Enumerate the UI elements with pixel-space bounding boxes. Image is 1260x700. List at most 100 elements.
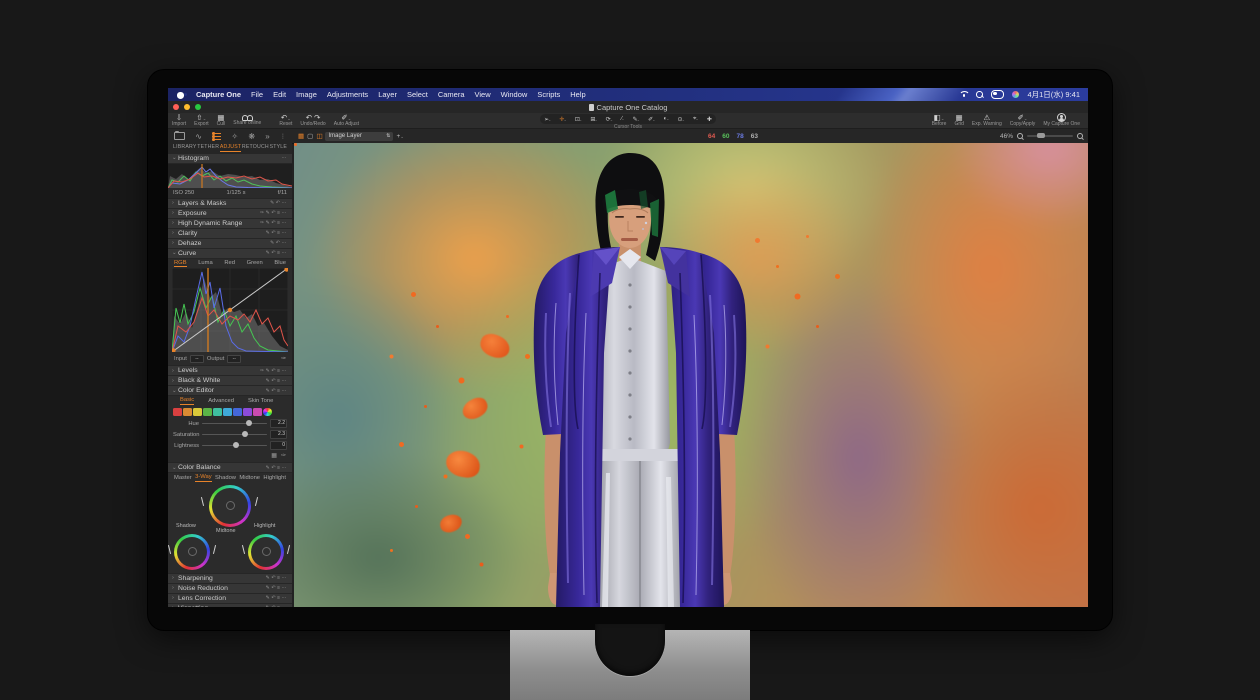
curve-tab-luma[interactable]: Luma [198, 260, 213, 266]
zoom-out-icon[interactable] [1017, 133, 1023, 139]
panel-menu-icon[interactable]: ⋯ [282, 210, 289, 216]
panel-menu-icon[interactable]: ⋯ [282, 465, 289, 471]
panel-hdr[interactable]: ›High Dynamic Range✑✎↶≡⋯ [168, 219, 292, 228]
curve-input-value[interactable]: -- [190, 355, 204, 363]
menu-adjustments[interactable]: Adjustments [327, 90, 368, 99]
panel-black-white[interactable]: ›Black & White✎↶≡⋯ [168, 376, 292, 385]
grid-button[interactable]: ▦Grid [954, 113, 963, 128]
panel-menu-icon[interactable]: ⋯ [282, 240, 289, 246]
layer-select-dropdown[interactable]: Image Layer⇅ [325, 132, 393, 141]
panel-menu-icon[interactable]: ⋯ [282, 605, 289, 607]
panel-menu-icon[interactable]: ⋯ [282, 230, 289, 236]
menu-app-name[interactable]: Capture One [196, 90, 241, 99]
lightness-value[interactable]: 0 [270, 441, 287, 450]
panel-menu-icon[interactable]: ⋯ [282, 200, 289, 206]
zoom-in-icon[interactable] [1077, 133, 1083, 139]
crop-tool[interactable]: ⊞⌄ [590, 116, 597, 123]
multi-view-icon[interactable]: ▦ [298, 132, 304, 140]
zoom-slider[interactable] [1027, 135, 1073, 137]
menu-file[interactable]: File [251, 90, 263, 99]
style-tab-icon[interactable]: ❋ [248, 132, 255, 141]
curve-picker-icon[interactable]: ✑ [281, 356, 286, 362]
spotlight-search-icon[interactable] [976, 91, 983, 98]
swatch-green[interactable] [203, 408, 212, 417]
auto-adjust-button[interactable]: ✐⌄Auto Adjust [334, 113, 359, 128]
tab-retouch[interactable]: RETOUCH [242, 144, 269, 152]
tab-style[interactable]: STYLE [270, 144, 287, 152]
ce-tab-basic[interactable]: Basic [180, 397, 194, 405]
midtone-wheel[interactable] [209, 485, 251, 527]
shadow-wheel[interactable] [174, 534, 210, 570]
clone-tool[interactable]: ✚ [707, 116, 712, 123]
panel-menu-icon[interactable]: ⋯ [282, 585, 289, 591]
retouch-tab-icon[interactable]: ✧ [231, 132, 238, 141]
panel-menu-icon[interactable]: ⋯ [282, 378, 289, 384]
swatch-aqua[interactable] [213, 408, 222, 417]
collapse-tools-icon[interactable]: » [265, 132, 269, 141]
share-online-button[interactable]: Share online [233, 113, 261, 128]
swatch-magenta[interactable] [253, 408, 262, 417]
radial-mask-tool[interactable]: ⊙⌄ [678, 116, 685, 123]
menu-image[interactable]: Image [296, 90, 317, 99]
pan-tool-active[interactable]: ✛⌄ [559, 116, 566, 123]
erase-mask-tool[interactable]: ✐⌄ [648, 116, 655, 123]
cull-button[interactable]: ▦Cull [217, 113, 226, 128]
hue-slider[interactable] [202, 423, 267, 425]
panel-menu-icon[interactable]: ⋯ [282, 250, 289, 256]
straighten-tool[interactable]: ∕⌄ [621, 116, 624, 122]
copy-apply-button[interactable]: ✐⌄Copy/Apply [1010, 113, 1036, 128]
panel-color-editor-header[interactable]: ⌄Color Editor✎↶≡⋯ [168, 386, 292, 395]
panel-curve-header[interactable]: ⌄Curve✎↶≡⋯ [168, 249, 292, 258]
panel-clarity[interactable]: ›Clarity✎↶≡⋯ [168, 229, 292, 238]
menu-view[interactable]: View [475, 90, 491, 99]
menu-scripts[interactable]: Scripts [537, 90, 560, 99]
my-capture-one-button[interactable]: My Capture One [1043, 113, 1080, 128]
panel-exposure[interactable]: ›Exposure✑✎↶≡⋯ [168, 209, 292, 218]
cb-tab-highlight[interactable]: Highlight [263, 475, 286, 481]
curve-tab-red[interactable]: Red [224, 260, 235, 266]
menu-help[interactable]: Help [570, 90, 585, 99]
gradient-mask-tool[interactable]: ◐⌄ [664, 116, 670, 122]
menu-edit[interactable]: Edit [273, 90, 286, 99]
export-button[interactable]: ⇧⌄Export [194, 113, 208, 128]
import-button[interactable]: ⇩Import [172, 113, 186, 128]
loupe-tool[interactable]: ⊡⌄ [575, 116, 582, 123]
panel-layers-masks[interactable]: ›Layers & Masks✎↶⋯ [168, 199, 292, 208]
hue-value[interactable]: 2.2 [270, 419, 287, 428]
panel-menu-icon[interactable]: ⋯ [282, 220, 289, 226]
panel-menu-icon[interactable]: ⋯ [282, 575, 289, 581]
highlight-wheel[interactable] [248, 534, 284, 570]
curve-tab-green[interactable]: Green [247, 260, 263, 266]
menu-window[interactable]: Window [501, 90, 528, 99]
zoom-slider-handle[interactable] [1037, 133, 1045, 138]
menu-camera[interactable]: Camera [438, 90, 465, 99]
exposure-warning-button[interactable]: ⚠Exp. Warning [972, 113, 1002, 128]
ce-tab-skin-tone[interactable]: Skin Tone [248, 398, 273, 404]
panel-menu-icon[interactable]: ⋯ [282, 595, 289, 601]
draw-mask-tool[interactable]: ✎⌄ [633, 116, 640, 123]
single-view-icon[interactable]: ▢ [307, 132, 313, 140]
curve-tab-blue[interactable]: Blue [274, 260, 286, 266]
saturation-slider[interactable] [202, 434, 267, 436]
panel-menu-icon[interactable]: ⋯ [282, 155, 289, 161]
reset-button[interactable]: ↶⌄Reset [279, 113, 292, 128]
wifi-icon[interactable] [959, 91, 968, 98]
tab-adjust[interactable]: ADJUST [220, 144, 241, 152]
swatch-red[interactable] [173, 408, 182, 417]
tab-tether[interactable]: TETHER [197, 144, 219, 152]
ce-tab-advanced[interactable]: Advanced [208, 398, 234, 404]
curve-graph[interactable] [168, 268, 292, 354]
select-tool[interactable]: ➢⌄ [544, 116, 551, 123]
undo-redo-button[interactable]: ↶ ↷Undo/Redo [300, 113, 325, 128]
view-selected-range-icon[interactable]: ▦ [271, 452, 277, 459]
menu-bar-clock[interactable]: 4月1日(水) 9:41 [1027, 89, 1080, 100]
panel-menu-icon[interactable]: ⋯ [282, 388, 289, 394]
color-picker-icon[interactable]: ✑ [281, 452, 286, 459]
compare-view-icon[interactable]: ◫ [316, 132, 322, 140]
lightness-slider[interactable] [202, 445, 267, 447]
adjust-tab-icon-active[interactable] [212, 132, 221, 140]
add-layer-button[interactable]: +⌄ [396, 133, 404, 140]
curve-output-value[interactable]: -- [227, 355, 241, 363]
saturation-value[interactable]: 2.3 [270, 430, 287, 439]
library-tab-icon[interactable] [174, 132, 185, 140]
